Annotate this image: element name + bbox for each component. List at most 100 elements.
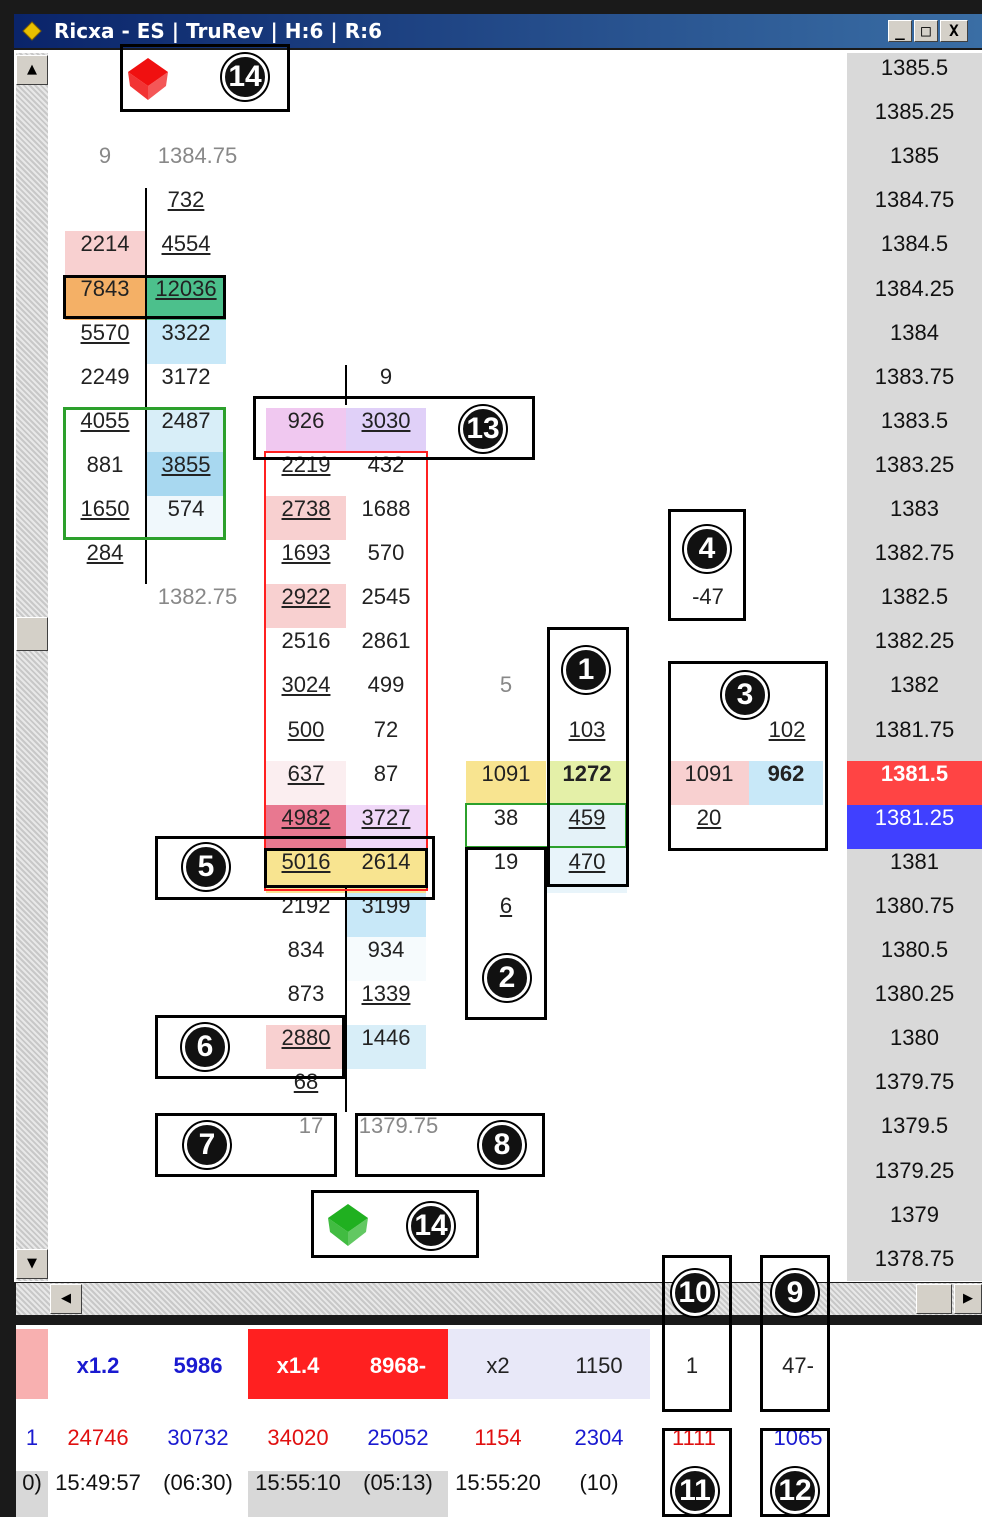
price-level: 1380.25 [874, 981, 955, 1007]
price-level: 1385.5 [880, 55, 949, 80]
callout-badge: 11 [672, 1468, 718, 1514]
price-level: 1383.25 [874, 451, 955, 477]
app-window: Ricxa - ES | TruRev | H:6 | R:6 _ □ X ▲ … [0, 0, 982, 1517]
callout-badge: 6 [182, 1024, 228, 1070]
buy-marker-icon [328, 1204, 368, 1246]
callout-badge: 13 [460, 406, 506, 452]
bid-volume: 2214 [65, 231, 145, 276]
stat-value: 24746 [67, 1425, 129, 1450]
price-level: 1379.75 [874, 1069, 955, 1095]
window-title: Ricxa - ES | TruRev | H:6 | R:6 [54, 19, 383, 43]
callout-badge: 3 [722, 672, 768, 718]
scroll-up-arrow-icon[interactable]: ▲ [16, 55, 48, 85]
poc-box [63, 275, 226, 319]
stat-value: x2 [486, 1353, 510, 1378]
price-level: 1380.5 [880, 937, 949, 962]
stat-time: 0) [22, 1470, 42, 1495]
horizontal-scroll-thumb[interactable] [916, 1284, 952, 1314]
stat-value: 2304 [574, 1425, 624, 1450]
price-level: 1379.5 [880, 1113, 949, 1139]
annotation-box [155, 1113, 337, 1177]
stat-value: 1154 [474, 1425, 522, 1450]
price-level: 1380 [890, 1025, 939, 1051]
bid-volume: 834 [287, 937, 325, 962]
price-level: 1381.25 [847, 804, 982, 849]
stat-value: 1150 [575, 1353, 623, 1378]
sell-marker-icon [128, 58, 168, 100]
callout-badge: 9 [772, 1270, 818, 1316]
price-level: 1383.75 [874, 363, 955, 389]
price-level: 1379.25 [874, 1157, 955, 1183]
stats-panel: x1.2 5986 x1.4 8968- x2 1150 1 47- 1 24746 30732 34… [16, 1325, 982, 1517]
price-level: 1382.5 [880, 584, 949, 610]
bar-top-count: 5 [499, 672, 513, 698]
price-level: 1382.25 [874, 628, 955, 654]
price-level: 1384.25 [874, 275, 955, 301]
stat-time: (05:13) [363, 1470, 433, 1495]
ask-volume: 732 [167, 187, 205, 213]
scroll-right-arrow-icon[interactable]: ▶ [954, 1284, 982, 1314]
stat-value: 25052 [367, 1425, 429, 1450]
bid-volume: 284 [86, 540, 124, 566]
stat-value: 5986 [173, 1353, 223, 1378]
callout-badge: 14 [408, 1203, 454, 1249]
price-level: 1385 [890, 143, 939, 169]
app-diamond-icon [22, 21, 42, 41]
price-level: 1382.75 [874, 540, 955, 566]
stat-value: 30732 [167, 1425, 229, 1450]
stat-time: (10) [579, 1470, 619, 1495]
bar-top-count: 9 [98, 143, 112, 169]
price-level: 1379 [890, 1201, 939, 1227]
price-level: 1381.5 [847, 760, 982, 805]
bar-wick [345, 885, 347, 1112]
stat-value: x1.4 [276, 1353, 320, 1378]
callout-badge: 1 [563, 647, 609, 693]
callout-badge: 14 [222, 54, 268, 100]
ask-volume: 934 [346, 937, 426, 981]
price-level: 1384 [890, 319, 939, 345]
stat-time: 15:49:57 [55, 1470, 141, 1495]
callout-badge: 10 [672, 1270, 718, 1316]
callout-badge: 8 [479, 1122, 525, 1168]
price-level: 1380.75 [874, 892, 955, 918]
price-level: 1382 [890, 672, 939, 698]
callout-badge: 4 [684, 526, 730, 572]
vertical-scrollbar[interactable]: ▲ ▼ [16, 53, 48, 1281]
scroll-left-arrow-icon[interactable]: ◀ [50, 1284, 82, 1314]
stat-time: 15:55:10 [255, 1470, 341, 1495]
stat-value: x1.2 [76, 1353, 120, 1378]
bar-bottom-price: 1382.75 [157, 584, 238, 610]
price-level: 1385.25 [874, 99, 955, 125]
close-button[interactable]: X [940, 20, 968, 42]
callout-badge: 5 [183, 844, 229, 890]
ask-volume: 1446 [346, 1025, 426, 1070]
vertical-scroll-thumb[interactable] [16, 617, 48, 651]
bar-top-price: 1384.75 [157, 143, 238, 169]
price-level: 1383 [890, 496, 939, 521]
bar-body-box [264, 451, 428, 891]
bid-volume: 5570 [80, 319, 130, 345]
title-bar: Ricxa - ES | TruRev | H:6 | R:6 _ □ X [14, 14, 982, 48]
maximize-button[interactable]: □ [914, 20, 938, 42]
price-level: 1383.5 [880, 407, 949, 433]
imbalance-box [63, 407, 226, 540]
ask-volume: 1339 [361, 981, 411, 1007]
stat-time: 15:55:20 [455, 1470, 541, 1495]
price-level: 1384.75 [874, 187, 955, 213]
stat-time: (06:30) [163, 1470, 233, 1495]
price-level: 1381.75 [874, 716, 955, 742]
stat-value: 8968- [369, 1353, 427, 1378]
scroll-down-arrow-icon[interactable]: ▼ [16, 1249, 48, 1279]
horizontal-scrollbar[interactable]: ◀ ▶ [16, 1283, 982, 1315]
stat-value: 34020 [267, 1425, 329, 1450]
ask-volume: 4554 [161, 231, 211, 257]
ask-volume: 3322 [146, 319, 226, 364]
bid-volume: 2249 [80, 363, 130, 389]
stat-value: 1 [25, 1425, 39, 1450]
callout-badge: 12 [772, 1468, 818, 1514]
callout-badge: 7 [184, 1122, 230, 1168]
price-level: 1384.5 [880, 231, 949, 257]
bid-volume: 1091 [466, 760, 546, 805]
callout-badge: 2 [484, 955, 530, 1001]
minimize-button[interactable]: _ [888, 20, 912, 42]
